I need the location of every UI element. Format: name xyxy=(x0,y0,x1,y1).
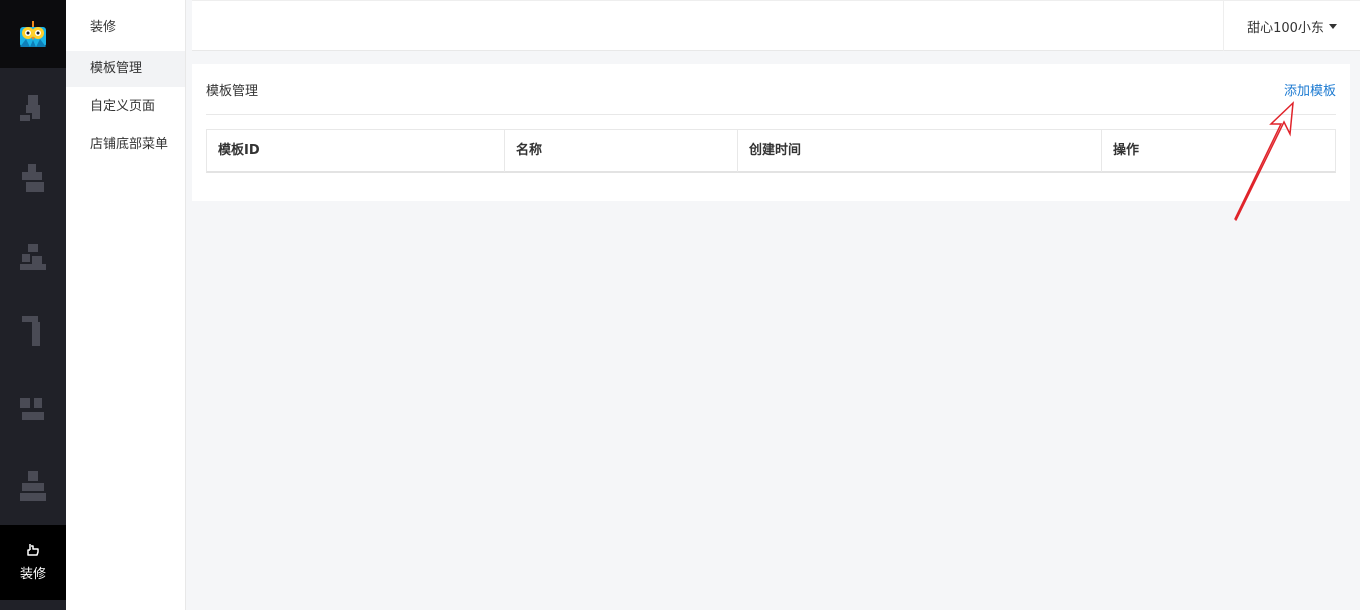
rail-item-1[interactable] xyxy=(0,75,66,135)
owl-logo-icon xyxy=(20,21,46,47)
rail-item-5[interactable] xyxy=(0,380,66,440)
rail-item-4[interactable] xyxy=(0,300,66,360)
column-header-created-time[interactable]: 创建时间 xyxy=(738,130,1102,172)
main-rail: 装修 xyxy=(0,0,66,610)
caret-down-icon xyxy=(1328,23,1337,29)
rail-footer xyxy=(0,600,66,610)
sidebar-title: 装修 xyxy=(90,20,117,35)
column-header-template-id[interactable]: 模板ID xyxy=(207,130,505,172)
rail-item-3[interactable] xyxy=(0,226,66,286)
pixelated-icon xyxy=(18,310,48,350)
pixelated-icon xyxy=(18,465,48,505)
annotation-arrow-icon xyxy=(1234,101,1294,221)
rail-active-label: 装修 xyxy=(19,567,46,582)
divider xyxy=(206,114,1336,115)
pixelated-icon xyxy=(18,236,48,276)
rail-item-decoration[interactable]: 装修 xyxy=(0,525,66,600)
sidebar-item-custom-page[interactable]: 自定义页面 xyxy=(66,89,185,125)
rail-item-6[interactable] xyxy=(0,455,66,515)
column-header-name[interactable]: 名称 xyxy=(505,130,738,172)
pixelated-icon xyxy=(18,390,48,430)
user-name: 甜心100小东 xyxy=(1247,20,1324,36)
add-template-link[interactable]: 添加模板 xyxy=(1284,80,1336,99)
user-menu[interactable]: 甜心100小东 xyxy=(1223,1,1360,51)
page-title: 模板管理 xyxy=(206,84,259,99)
column-header-actions[interactable]: 操作 xyxy=(1102,130,1335,172)
template-panel: 模板管理 添加模板 模板ID 名称 创建时间 操作 xyxy=(192,64,1350,201)
pixelated-icon xyxy=(18,85,48,125)
app-logo[interactable] xyxy=(0,0,66,68)
template-table: 模板ID 名称 创建时间 操作 xyxy=(206,129,1336,173)
top-bar: 甜心100小东 xyxy=(192,0,1360,51)
sidebar-item-shop-bottom-menu[interactable]: 店铺底部菜单 xyxy=(66,127,185,163)
rail-item-2[interactable] xyxy=(0,148,66,208)
pixelated-icon xyxy=(18,158,48,198)
secondary-sidebar: 装修 模板管理 自定义页面 店铺底部菜单 xyxy=(66,0,186,610)
hand-icon xyxy=(27,544,39,556)
sidebar-item-template-management[interactable]: 模板管理 xyxy=(66,51,185,87)
